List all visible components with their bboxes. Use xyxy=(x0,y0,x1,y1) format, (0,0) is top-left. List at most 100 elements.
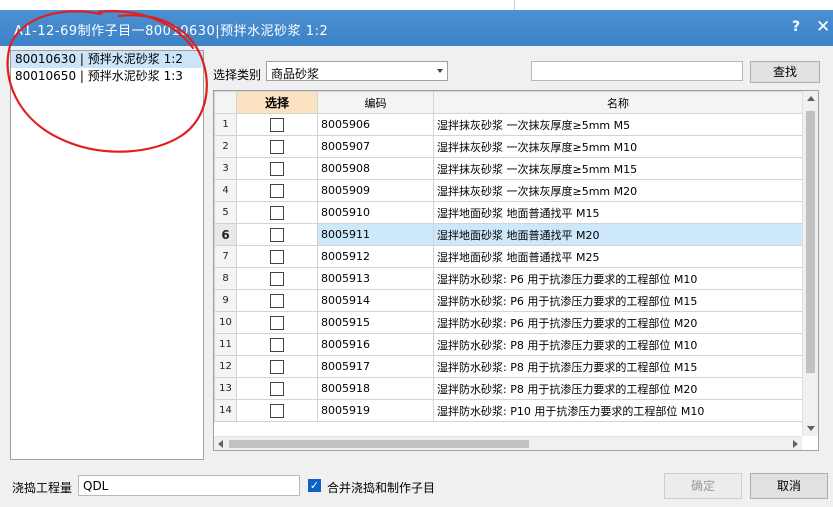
quantity-input[interactable]: QDL xyxy=(78,475,300,496)
row-select-cell[interactable] xyxy=(236,333,318,356)
row-checkbox[interactable] xyxy=(270,183,284,198)
row-select-cell[interactable] xyxy=(236,113,318,136)
table-row[interactable]: 8 8005913 湿拌防水砂浆: P6 用于抗渗压力要求的工程部位 M10 xyxy=(214,267,803,290)
row-number: 3 xyxy=(214,157,237,180)
table-row[interactable]: 3 8005908 湿拌抹灰砂浆 一次抹灰厚度≥5mm M15 xyxy=(214,157,803,180)
row-select-cell[interactable] xyxy=(236,267,318,290)
ok-button[interactable]: 确定 xyxy=(664,473,742,499)
table-row[interactable]: 9 8005914 湿拌防水砂浆: P6 用于抗渗压力要求的工程部位 M15 xyxy=(214,289,803,312)
table-row[interactable]: 5 8005910 湿拌地面砂浆 地面普通找平 M15 xyxy=(214,201,803,224)
table-row[interactable]: 12 8005917 湿拌防水砂浆: P8 用于抗渗压力要求的工程部位 M15 xyxy=(214,355,803,378)
row-name: 湿拌抹灰砂浆 一次抹灰厚度≥5mm M20 xyxy=(433,179,803,202)
column-header-code[interactable]: 编码 xyxy=(317,91,434,114)
column-header-num xyxy=(214,91,237,114)
cancel-button[interactable]: 取消 xyxy=(750,473,828,499)
close-icon[interactable]: ✕ xyxy=(816,17,830,37)
row-checkbox[interactable] xyxy=(270,139,284,154)
row-checkbox[interactable] xyxy=(270,117,284,132)
row-select-cell[interactable] xyxy=(236,223,318,246)
scroll-up-icon[interactable] xyxy=(807,96,815,101)
row-code: 8005906 xyxy=(317,113,434,136)
category-label: 选择类别 xyxy=(213,68,262,82)
row-number: 2 xyxy=(214,135,237,158)
row-code: 8005909 xyxy=(317,179,434,202)
row-select-cell[interactable] xyxy=(236,179,318,202)
vertical-scrollbar[interactable] xyxy=(802,91,818,436)
horizontal-scroll-thumb[interactable] xyxy=(229,440,529,448)
table-row[interactable]: 13 8005918 湿拌防水砂浆: P8 用于抗渗压力要求的工程部位 M20 xyxy=(214,377,803,400)
row-checkbox[interactable] xyxy=(270,271,284,286)
row-checkbox[interactable] xyxy=(270,337,284,352)
list-item[interactable]: 80010650 | 预拌水泥砂浆 1:3 xyxy=(11,68,203,85)
background-divider xyxy=(514,0,515,10)
row-select-cell[interactable] xyxy=(236,311,318,334)
row-select-cell[interactable] xyxy=(236,157,318,180)
merge-label[interactable]: 合并浇捣和制作子目 xyxy=(327,479,435,496)
row-name: 湿拌防水砂浆: P6 用于抗渗压力要求的工程部位 M15 xyxy=(433,289,803,312)
row-name: 湿拌防水砂浆: P6 用于抗渗压力要求的工程部位 M10 xyxy=(433,267,803,290)
vertical-scroll-thumb[interactable] xyxy=(806,111,815,373)
table-row[interactable]: 14 8005919 湿拌防水砂浆: P10 用于抗渗压力要求的工程部位 M10 xyxy=(214,399,803,422)
horizontal-scrollbar[interactable] xyxy=(214,436,802,450)
list-item[interactable]: 80010630 | 预拌水泥砂浆 1:2 xyxy=(11,51,203,68)
row-select-cell[interactable] xyxy=(236,355,318,378)
row-code: 8005917 xyxy=(317,355,434,378)
material-grid[interactable]: 选择 编码 名称 1 8005906 湿拌抹灰砂浆 一次抹灰厚度≥5mm M5 2 80… xyxy=(213,90,819,451)
merge-checkbox[interactable]: ✓ xyxy=(308,479,321,492)
row-select-cell[interactable] xyxy=(236,135,318,158)
row-name: 湿拌防水砂浆: P8 用于抗渗压力要求的工程部位 M10 xyxy=(433,333,803,356)
row-code: 8005919 xyxy=(317,399,434,422)
row-checkbox[interactable] xyxy=(270,205,284,220)
category-select[interactable]: 商品砂浆 xyxy=(266,61,448,81)
row-code: 8005908 xyxy=(317,157,434,180)
row-number: 8 xyxy=(214,267,237,290)
column-header-name[interactable]: 名称 xyxy=(433,91,803,114)
quantity-label: 浇捣工程量 xyxy=(12,481,73,495)
row-code: 8005918 xyxy=(317,377,434,400)
quantity-input-value: QDL xyxy=(83,479,109,493)
scroll-left-icon[interactable] xyxy=(218,440,223,448)
search-input[interactable] xyxy=(531,61,743,81)
row-number: 9 xyxy=(214,289,237,312)
row-number: 11 xyxy=(214,333,237,356)
scroll-right-icon[interactable] xyxy=(793,440,798,448)
row-checkbox[interactable] xyxy=(270,403,284,418)
row-number: 13 xyxy=(214,377,237,400)
table-row[interactable]: 4 8005909 湿拌抹灰砂浆 一次抹灰厚度≥5mm M20 xyxy=(214,179,803,202)
row-checkbox[interactable] xyxy=(270,161,284,176)
table-row[interactable]: 11 8005916 湿拌防水砂浆: P8 用于抗渗压力要求的工程部位 M10 xyxy=(214,333,803,356)
search-button[interactable]: 查找 xyxy=(750,61,820,83)
row-checkbox[interactable] xyxy=(270,359,284,374)
table-row[interactable]: 7 8005912 湿拌地面砂浆 地面普通找平 M25 xyxy=(214,245,803,268)
row-name: 湿拌防水砂浆: P6 用于抗渗压力要求的工程部位 M20 xyxy=(433,311,803,334)
row-select-cell[interactable] xyxy=(236,201,318,224)
row-number: 6 xyxy=(214,223,237,246)
row-select-cell[interactable] xyxy=(236,377,318,400)
row-name: 湿拌抹灰砂浆 一次抹灰厚度≥5mm M15 xyxy=(433,157,803,180)
table-row[interactable]: 10 8005915 湿拌防水砂浆: P6 用于抗渗压力要求的工程部位 M20 xyxy=(214,311,803,334)
row-checkbox[interactable] xyxy=(270,381,284,396)
row-name: 湿拌防水砂浆: P8 用于抗渗压力要求的工程部位 M20 xyxy=(433,377,803,400)
row-select-cell[interactable] xyxy=(236,399,318,422)
scroll-down-icon[interactable] xyxy=(807,426,815,431)
row-select-cell[interactable] xyxy=(236,245,318,268)
row-select-cell[interactable] xyxy=(236,289,318,312)
row-number: 10 xyxy=(214,311,237,334)
row-number: 1 xyxy=(214,113,237,136)
row-checkbox[interactable] xyxy=(270,315,284,330)
row-name: 湿拌抹灰砂浆 一次抹灰厚度≥5mm M10 xyxy=(433,135,803,158)
column-header-select[interactable]: 选择 xyxy=(236,91,318,114)
row-code: 8005911 xyxy=(317,223,434,246)
row-checkbox[interactable] xyxy=(270,293,284,308)
table-row[interactable]: 2 8005907 湿拌抹灰砂浆 一次抹灰厚度≥5mm M10 xyxy=(214,135,803,158)
table-row[interactable]: 1 8005906 湿拌抹灰砂浆 一次抹灰厚度≥5mm M5 xyxy=(214,113,803,136)
help-icon[interactable]: ? xyxy=(792,19,800,35)
row-checkbox[interactable] xyxy=(270,227,284,242)
table-row[interactable]: 6 8005911 湿拌地面砂浆 地面普通找平 M20 xyxy=(214,223,803,246)
row-number: 12 xyxy=(214,355,237,378)
background-window-strip xyxy=(0,0,833,10)
sub-item-list[interactable]: 80010630 | 预拌水泥砂浆 1:2 80010650 | 预拌水泥砂浆 1… xyxy=(10,50,204,460)
row-code: 8005907 xyxy=(317,135,434,158)
row-checkbox[interactable] xyxy=(270,249,284,264)
row-code: 8005916 xyxy=(317,333,434,356)
